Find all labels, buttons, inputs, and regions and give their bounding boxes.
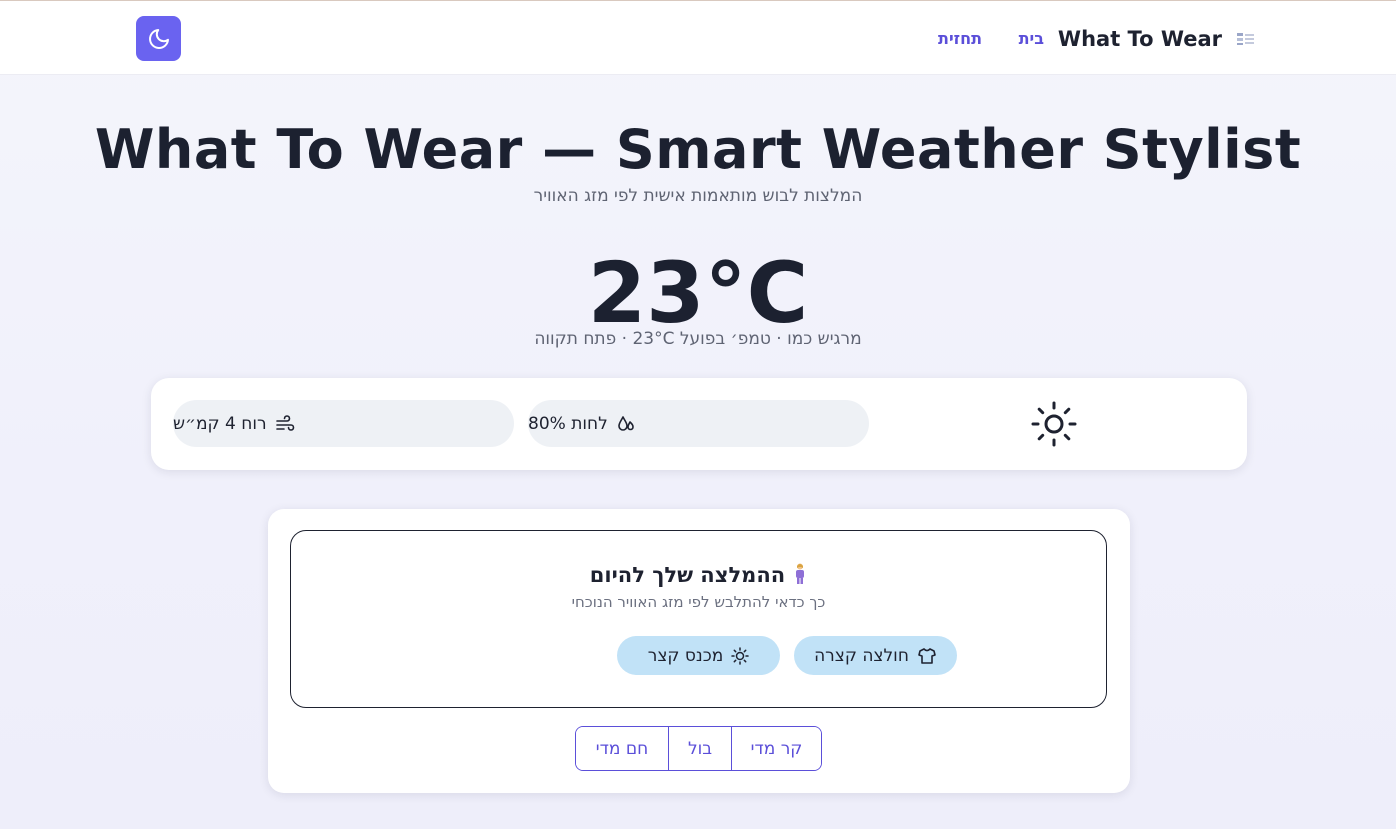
recommendation-item-shirt: חולצה קצרה <box>794 636 957 675</box>
page-subtitle: המלצות לבוש מותאמות אישית לפי מזג האוויר <box>533 186 863 206</box>
theme-toggle-button[interactable] <box>136 16 181 61</box>
weather-summary: מרגיש כמו · טמפ׳ בפועל 23°C · פתח תקווה <box>534 329 862 349</box>
recommendation-title: ההמלצה שלך להיום <box>291 563 1106 590</box>
weather-stats-card: לחות 80% רוח 4 קמ״ש <box>151 378 1247 470</box>
wind-icon <box>275 414 295 434</box>
brand-logo-icon <box>1236 29 1256 49</box>
recommendation-item-label: חולצה קצרה <box>814 645 909 666</box>
too-hot-button[interactable]: חם מדי <box>576 727 669 770</box>
page-title: What To Wear — Smart Weather Stylist <box>94 118 1302 181</box>
humidity-pill: לחות 80% <box>528 400 869 447</box>
temperature-value: 23°C <box>587 244 809 342</box>
wind-label: רוח 4 קמ״ש <box>173 413 267 434</box>
sun-icon <box>1031 401 1077 447</box>
small-sun-icon <box>731 646 750 665</box>
nav-link-forecast[interactable]: תחזית <box>938 29 982 48</box>
humidity-label: לחות 80% <box>528 413 608 434</box>
person-emoji-icon <box>793 563 807 590</box>
navbar: תחזית בית What To Wear <box>0 1 1396 75</box>
recommendation-subtitle: כך כדאי להתלבש לפי מזג האוויר הנוכחי <box>571 593 826 611</box>
wind-pill: רוח 4 קמ״ש <box>173 400 514 447</box>
moon-icon <box>148 28 169 49</box>
feedback-button-group: קר מדי בול חם מדי <box>575 726 822 771</box>
brand[interactable]: What To Wear <box>1058 23 1256 55</box>
brand-title: What To Wear <box>1057 27 1222 51</box>
recommendation-title-text: ההמלצה שלך להיום <box>589 563 786 587</box>
nav-link-home[interactable]: בית <box>1019 29 1044 48</box>
recommendation-section: ההמלצה שלך להיום כך כדאי להתלבש לפי מזג … <box>268 509 1130 793</box>
recommendation-item-label: מכנס קצר <box>647 645 724 666</box>
recommendation-item-shorts: מכנס קצר <box>617 636 780 675</box>
just-right-button[interactable]: בול <box>669 727 732 770</box>
droplets-icon <box>616 414 636 434</box>
recommendation-card: ההמלצה שלך להיום כך כדאי להתלבש לפי מזג … <box>290 530 1107 708</box>
shirt-icon <box>918 647 936 664</box>
too-cold-button[interactable]: קר מדי <box>732 727 821 770</box>
